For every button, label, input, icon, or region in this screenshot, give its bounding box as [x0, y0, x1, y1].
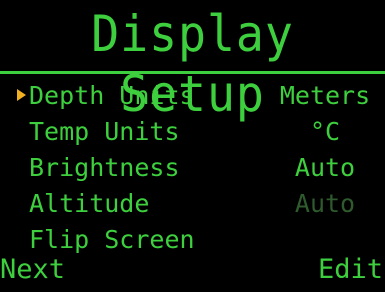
softkey-edit-button[interactable]: Edit [318, 253, 383, 287]
softkey-next-button[interactable]: Next [0, 253, 65, 287]
menu-item-label: Temp Units [29, 117, 180, 146]
menu-item-label: Flip Screen [29, 225, 195, 254]
selection-cursor-icon [17, 89, 26, 101]
menu-item-value: Meters [279, 81, 371, 110]
title-divider [0, 71, 385, 74]
settings-menu: Depth Units Meters Temp Units °C Brightn… [0, 80, 385, 260]
menu-item-value: Auto [294, 153, 356, 182]
menu-item-temp-units[interactable]: Temp Units °C [0, 116, 385, 152]
dive-computer-screen: Display Setup Depth Units Meters Temp Un… [0, 0, 385, 292]
menu-item-depth-units[interactable]: Depth Units Meters [0, 80, 385, 116]
menu-item-label: Brightness [29, 153, 180, 182]
menu-item-label: Depth Units [29, 81, 195, 110]
menu-item-label: Altitude [29, 189, 150, 218]
menu-item-altitude[interactable]: Altitude Auto [0, 188, 385, 224]
menu-item-value: °C [309, 117, 341, 146]
menu-item-value-disabled: Auto [294, 189, 356, 218]
menu-item-brightness[interactable]: Brightness Auto [0, 152, 385, 188]
